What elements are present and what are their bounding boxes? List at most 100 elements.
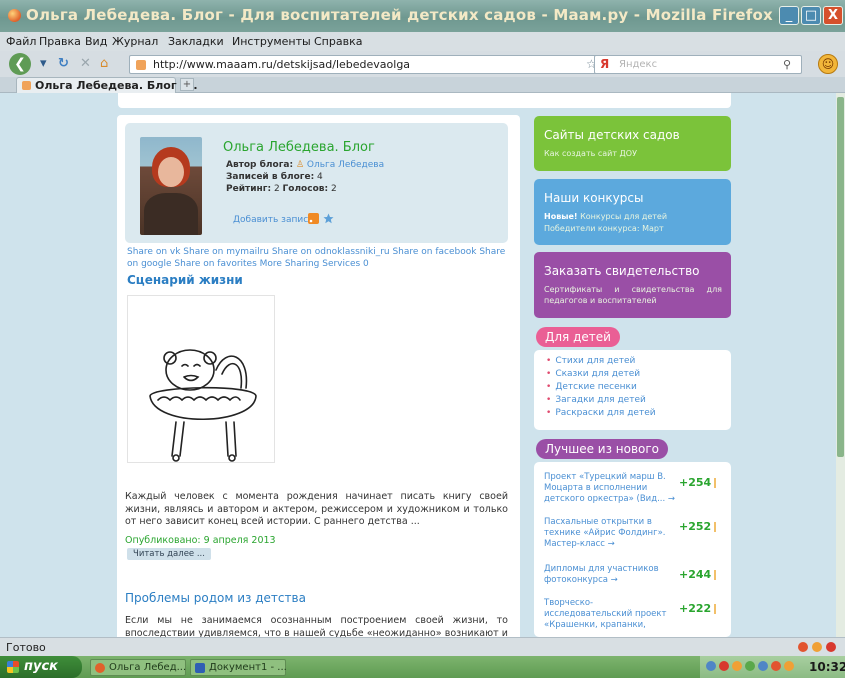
post-image-1[interactable] — [127, 295, 275, 463]
author-link[interactable]: Ольга Лебедева — [307, 160, 384, 170]
kids-links-box: Стихи для детей Сказки для детей Детские… — [534, 350, 731, 430]
dropdown-arrow-icon[interactable]: ▾ — [40, 56, 47, 71]
card-subtitle: Сертификаты и свидетельства для педагого… — [544, 285, 722, 305]
taskbar-item-word[interactable]: Документ1 - ... — [190, 659, 287, 676]
post-title-1[interactable]: Сценарий жизни — [127, 273, 243, 287]
navigation-toolbar: ❮ ▾ ↻ ✕ ⌂ http://www.maaam.ru/detskijsad… — [0, 51, 845, 77]
posts-line: Записей в блоге: 4 — [226, 172, 323, 182]
window-title: Ольга Лебедева. Блог - Для воспитателей … — [26, 6, 773, 24]
best-item-score: +254 — [679, 476, 712, 489]
score-bar — [714, 570, 716, 580]
menu-file[interactable]: Файл — [6, 35, 36, 48]
best-item-link[interactable]: Проект «Турецкий марш В. Моцарта в испол… — [544, 472, 676, 505]
menu-bookmarks[interactable]: Закладки — [168, 35, 224, 48]
score-bar — [714, 522, 716, 532]
star-badge-icon[interactable] — [323, 213, 334, 224]
reload-icon[interactable]: ↻ — [58, 56, 69, 71]
clock[interactable]: 10:32 — [809, 660, 845, 674]
addon-status-icon[interactable] — [826, 642, 836, 652]
kids-link[interactable]: Раскраски для детей — [546, 408, 655, 418]
best-item-link[interactable]: Творческо-исследовательский проект «Краш… — [544, 598, 676, 631]
menu-history[interactable]: Журнал — [112, 35, 158, 48]
author-label: Автор блога: — [226, 160, 294, 170]
kids-link[interactable]: Стихи для детей — [546, 356, 635, 366]
word-icon — [195, 663, 205, 673]
share-links[interactable]: Share on vk Share on mymailru Share on o… — [127, 246, 515, 270]
home-icon[interactable]: ⌂ — [100, 56, 108, 71]
search-bar[interactable]: Я Яндекс ⚲ — [594, 55, 802, 74]
kids-link[interactable]: Сказки для детей — [546, 369, 640, 379]
author-line: Автор блога: ♙ Ольга Лебедева — [226, 160, 384, 170]
tray-icon[interactable] — [784, 661, 794, 671]
tray-icon[interactable] — [758, 661, 768, 671]
card-contests[interactable]: Наши конкурсы Новые! Конкурсы для детей … — [534, 179, 731, 245]
votes-value: 2 — [330, 184, 337, 194]
card-title: Сайты детских садов — [544, 128, 680, 142]
tray-icon[interactable] — [706, 661, 716, 671]
top-strip — [118, 93, 731, 108]
tab-label: Ольга Лебедева. Блог -... — [35, 79, 198, 92]
page-viewport: Ольга Лебедева. Блог Автор блога: ♙ Ольг… — [0, 93, 836, 637]
stop-icon[interactable]: ✕ — [80, 56, 91, 71]
addon-status-icon[interactable] — [812, 642, 822, 652]
blog-title[interactable]: Ольга Лебедева. Блог — [223, 140, 375, 155]
back-arrow-icon[interactable]: ❮ — [9, 53, 31, 75]
minimize-button[interactable]: _ — [779, 6, 799, 25]
close-button[interactable]: X — [823, 6, 843, 25]
best-item-link[interactable]: Дипломы для участников фотоконкурса → — [544, 564, 676, 586]
tray-icon[interactable] — [771, 661, 781, 671]
main-column: Ольга Лебедева. Блог Автор блога: ♙ Ольг… — [117, 115, 520, 637]
card-kindergarten-sites[interactable]: Сайты детских садов Как создать сайт ДОУ — [534, 116, 731, 171]
search-placeholder[interactable]: Яндекс — [619, 59, 657, 70]
best-list-box: Проект «Турецкий марш В. Моцарта в испол… — [534, 462, 731, 637]
best-item-link[interactable]: Пасхальные открытки в технике «Айрис Фол… — [544, 517, 676, 550]
maximize-button[interactable]: □ — [801, 6, 821, 25]
best-item-score: +222 — [679, 602, 712, 615]
taskbar-item-label: Ольга Лебед... — [109, 662, 187, 673]
tray-icon[interactable] — [745, 661, 755, 671]
card-order-certificate[interactable]: Заказать свидетельство Сертификаты и сви… — [534, 252, 731, 318]
tray-icon[interactable] — [732, 661, 742, 671]
tab-favicon — [22, 81, 31, 90]
url-text[interactable]: http://www.maaam.ru/detskijsad/lebedevao… — [153, 58, 410, 71]
menu-edit[interactable]: Правка — [39, 35, 81, 48]
user-icon: ♙ — [295, 160, 305, 170]
card-title: Заказать свидетельство — [544, 264, 700, 278]
rss-icon[interactable] — [308, 213, 319, 224]
kids-link[interactable]: Загадки для детей — [546, 395, 646, 405]
windows-taskbar: пуск Ольга Лебед... Документ1 - ... 10:3… — [0, 656, 845, 678]
windows-logo-icon — [7, 661, 19, 673]
start-button[interactable]: пуск — [0, 656, 82, 678]
smiley-addon-icon[interactable]: ☺ — [818, 54, 838, 74]
score-bar — [714, 478, 716, 488]
author-avatar[interactable] — [140, 137, 202, 235]
menu-bar: Файл Правка Вид Журнал Закладки Инструме… — [0, 32, 845, 51]
card-subtitle: Новые! Конкурсы для детей — [544, 212, 668, 221]
best-section-title[interactable]: Лучшее из нового — [536, 439, 669, 459]
tab-active[interactable]: Ольга Лебедева. Блог -... — [16, 77, 198, 93]
card-subtitle: Как создать сайт ДОУ — [544, 149, 637, 158]
read-more-button[interactable]: Читать далее ... — [127, 548, 211, 560]
tray-icon[interactable] — [719, 661, 729, 671]
menu-view[interactable]: Вид — [85, 35, 107, 48]
status-bar: Готово — [0, 637, 845, 656]
taskbar-item-firefox[interactable]: Ольга Лебед... — [90, 659, 186, 676]
new-tab-button[interactable]: + — [180, 78, 194, 91]
add-post-link[interactable]: Добавить запись — [233, 215, 313, 225]
firefox-icon — [8, 9, 21, 22]
address-bar[interactable]: http://www.maaam.ru/detskijsad/lebedevao… — [129, 55, 670, 74]
scrollbar-thumb[interactable] — [837, 97, 844, 457]
yandex-logo-icon: Я — [600, 57, 610, 71]
kids-section-title[interactable]: Для детей — [536, 327, 620, 347]
search-icon[interactable]: ⚲ — [783, 58, 791, 71]
card-subtitle-2: Победители конкурса: Март — [544, 224, 664, 233]
page-scrollbar[interactable] — [836, 93, 845, 637]
rating-value: 2 — [273, 184, 280, 194]
start-label: пуск — [24, 659, 58, 674]
menu-tools[interactable]: Инструменты — [232, 35, 311, 48]
kids-link[interactable]: Детские песенки — [546, 382, 637, 392]
menu-help[interactable]: Справка — [314, 35, 362, 48]
post-title-2[interactable]: Проблемы родом из детства — [125, 591, 306, 605]
rating-label: Рейтинг: — [226, 184, 272, 194]
addon-status-icon[interactable] — [798, 642, 808, 652]
